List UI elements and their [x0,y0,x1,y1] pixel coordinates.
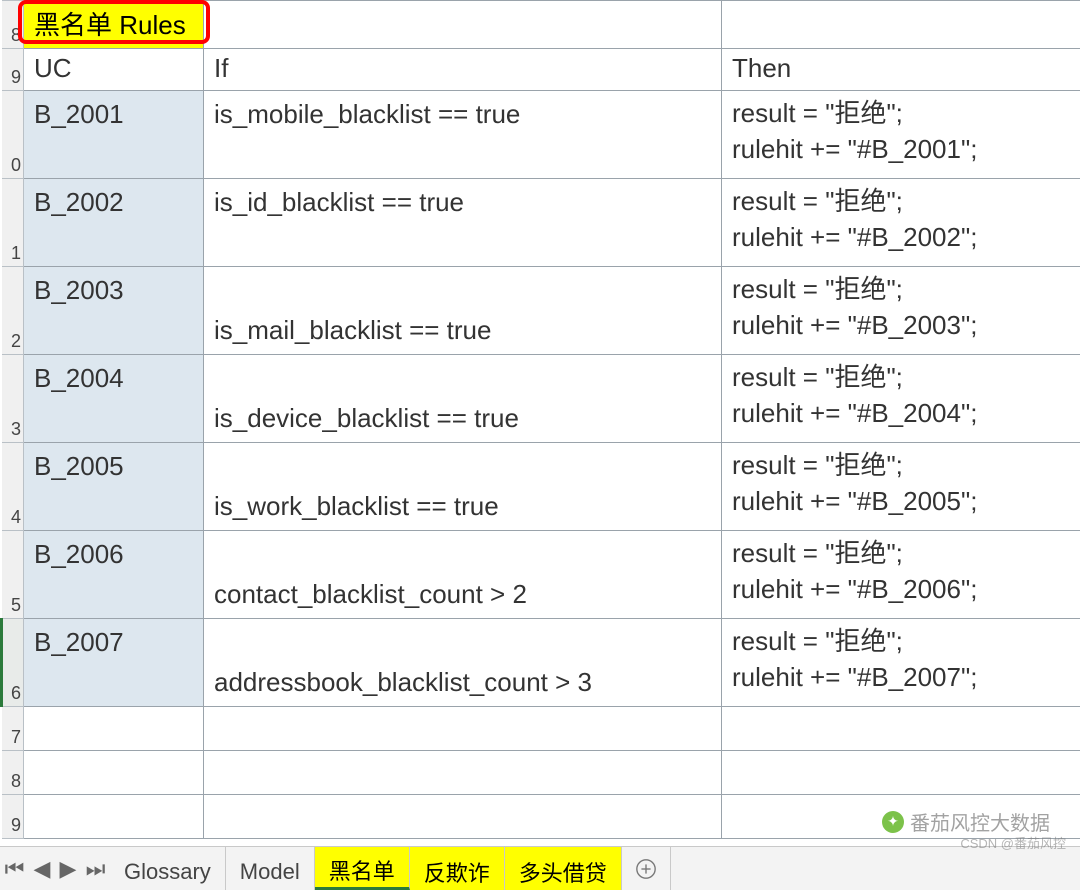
then-line-1: result = "拒绝"; [732,535,1071,571]
then-line-2: rulehit += "#B_2007"; [732,659,1071,695]
sheet-tab[interactable]: 多头借贷 [505,847,622,890]
tab-nav-last-icon[interactable]: ⏭ [86,856,106,882]
then-line-1: result = "拒绝"; [732,447,1071,483]
then-line-1: result = "拒绝"; [732,623,1071,659]
header-if[interactable]: If [204,49,722,91]
row-number[interactable]: 2 [2,267,24,355]
empty-cell[interactable] [204,795,722,839]
watermark-brand: ✦ 番茄风控大数据 [882,807,1050,836]
empty-cell[interactable] [204,751,722,795]
then-line-2: rulehit += "#B_2006"; [732,571,1071,607]
sheet-tab[interactable]: Model [226,847,315,890]
then-line-1: result = "拒绝"; [732,271,1071,307]
sheet-tab[interactable]: Glossary [110,847,226,890]
rules-title-cell[interactable]: 黑名单 Rules [24,1,204,49]
empty-cell[interactable] [722,1,1080,49]
row-number[interactable]: 4 [2,443,24,531]
then-cell[interactable]: result = "拒绝";rulehit += "#B_2007"; [722,619,1080,707]
uc-cell[interactable]: B_2003 [24,267,204,355]
sheet-tab-bar: ⏮ ◀ ▶ ⏭ GlossaryModel黑名单反欺诈多头借贷 [0,846,1080,890]
then-cell[interactable]: result = "拒绝";rulehit += "#B_2003"; [722,267,1080,355]
header-uc[interactable]: UC [24,49,204,91]
if-cell[interactable]: is_mail_blacklist == true [204,267,722,355]
row-number[interactable]: 9 [2,49,24,91]
empty-cell[interactable] [204,1,722,49]
row-number[interactable]: 1 [2,179,24,267]
uc-cell[interactable]: B_2002 [24,179,204,267]
then-line-2: rulehit += "#B_2003"; [732,307,1071,343]
uc-cell[interactable]: B_2004 [24,355,204,443]
then-line-2: rulehit += "#B_2005"; [732,483,1071,519]
if-cell[interactable]: is_id_blacklist == true [204,179,722,267]
if-cell[interactable]: addressbook_blacklist_count > 3 [204,619,722,707]
tab-nav-prev-icon[interactable]: ◀ [34,856,51,882]
empty-cell[interactable] [722,707,1080,751]
then-line-1: result = "拒绝"; [732,359,1071,395]
row-number[interactable]: 8 [2,751,24,795]
if-cell[interactable]: contact_blacklist_count > 2 [204,531,722,619]
then-line-2: rulehit += "#B_2004"; [732,395,1071,431]
sheet-tab[interactable]: 黑名单 [315,847,410,890]
empty-cell[interactable] [24,751,204,795]
then-cell[interactable]: result = "拒绝";rulehit += "#B_2001"; [722,91,1080,179]
row-number[interactable]: 5 [2,531,24,619]
then-cell[interactable]: result = "拒绝";rulehit += "#B_2006"; [722,531,1080,619]
tab-bar-spacer [670,847,1080,890]
then-line-2: rulehit += "#B_2001"; [732,131,1071,167]
tab-nav-first-icon[interactable]: ⏮ [5,856,25,882]
empty-cell[interactable] [24,707,204,751]
empty-cell[interactable] [24,795,204,839]
then-cell[interactable]: result = "拒绝";rulehit += "#B_2005"; [722,443,1080,531]
uc-cell[interactable]: B_2007 [24,619,204,707]
uc-cell[interactable]: B_2001 [24,91,204,179]
if-cell[interactable]: is_mobile_blacklist == true [204,91,722,179]
row-number[interactable]: 0 [2,91,24,179]
watermark-source: CSDN @番茄风控 [960,833,1066,852]
row-number[interactable]: 7 [2,707,24,751]
uc-cell[interactable]: B_2005 [24,443,204,531]
wechat-logo-icon: ✦ [882,811,904,833]
spreadsheet-grid[interactable]: 8 黑名单 Rules 9 UC If Then 0B_2001is_mobil… [0,0,1080,839]
header-then[interactable]: Then [722,49,1080,91]
empty-cell[interactable] [204,707,722,751]
if-cell[interactable]: is_work_blacklist == true [204,443,722,531]
then-cell[interactable]: result = "拒绝";rulehit += "#B_2002"; [722,179,1080,267]
empty-cell[interactable] [722,751,1080,795]
row-number[interactable]: 6 [2,619,24,707]
then-line-2: rulehit += "#B_2002"; [732,219,1071,255]
uc-cell[interactable]: B_2006 [24,531,204,619]
plus-circle-icon [635,858,657,880]
watermark-brand-text: 番茄风控大数据 [910,807,1050,836]
tab-nav-controls: ⏮ ◀ ▶ ⏭ [0,847,110,890]
tab-nav-next-icon[interactable]: ▶ [60,856,77,882]
sheet-tab[interactable]: 反欺诈 [410,847,505,890]
row-number[interactable]: 9 [2,795,24,839]
row-number[interactable]: 8 [2,1,24,49]
then-cell[interactable]: result = "拒绝";rulehit += "#B_2004"; [722,355,1080,443]
row-number[interactable]: 3 [2,355,24,443]
add-sheet-button[interactable] [622,847,670,890]
if-cell[interactable]: is_device_blacklist == true [204,355,722,443]
then-line-1: result = "拒绝"; [732,95,1071,131]
then-line-1: result = "拒绝"; [732,183,1071,219]
